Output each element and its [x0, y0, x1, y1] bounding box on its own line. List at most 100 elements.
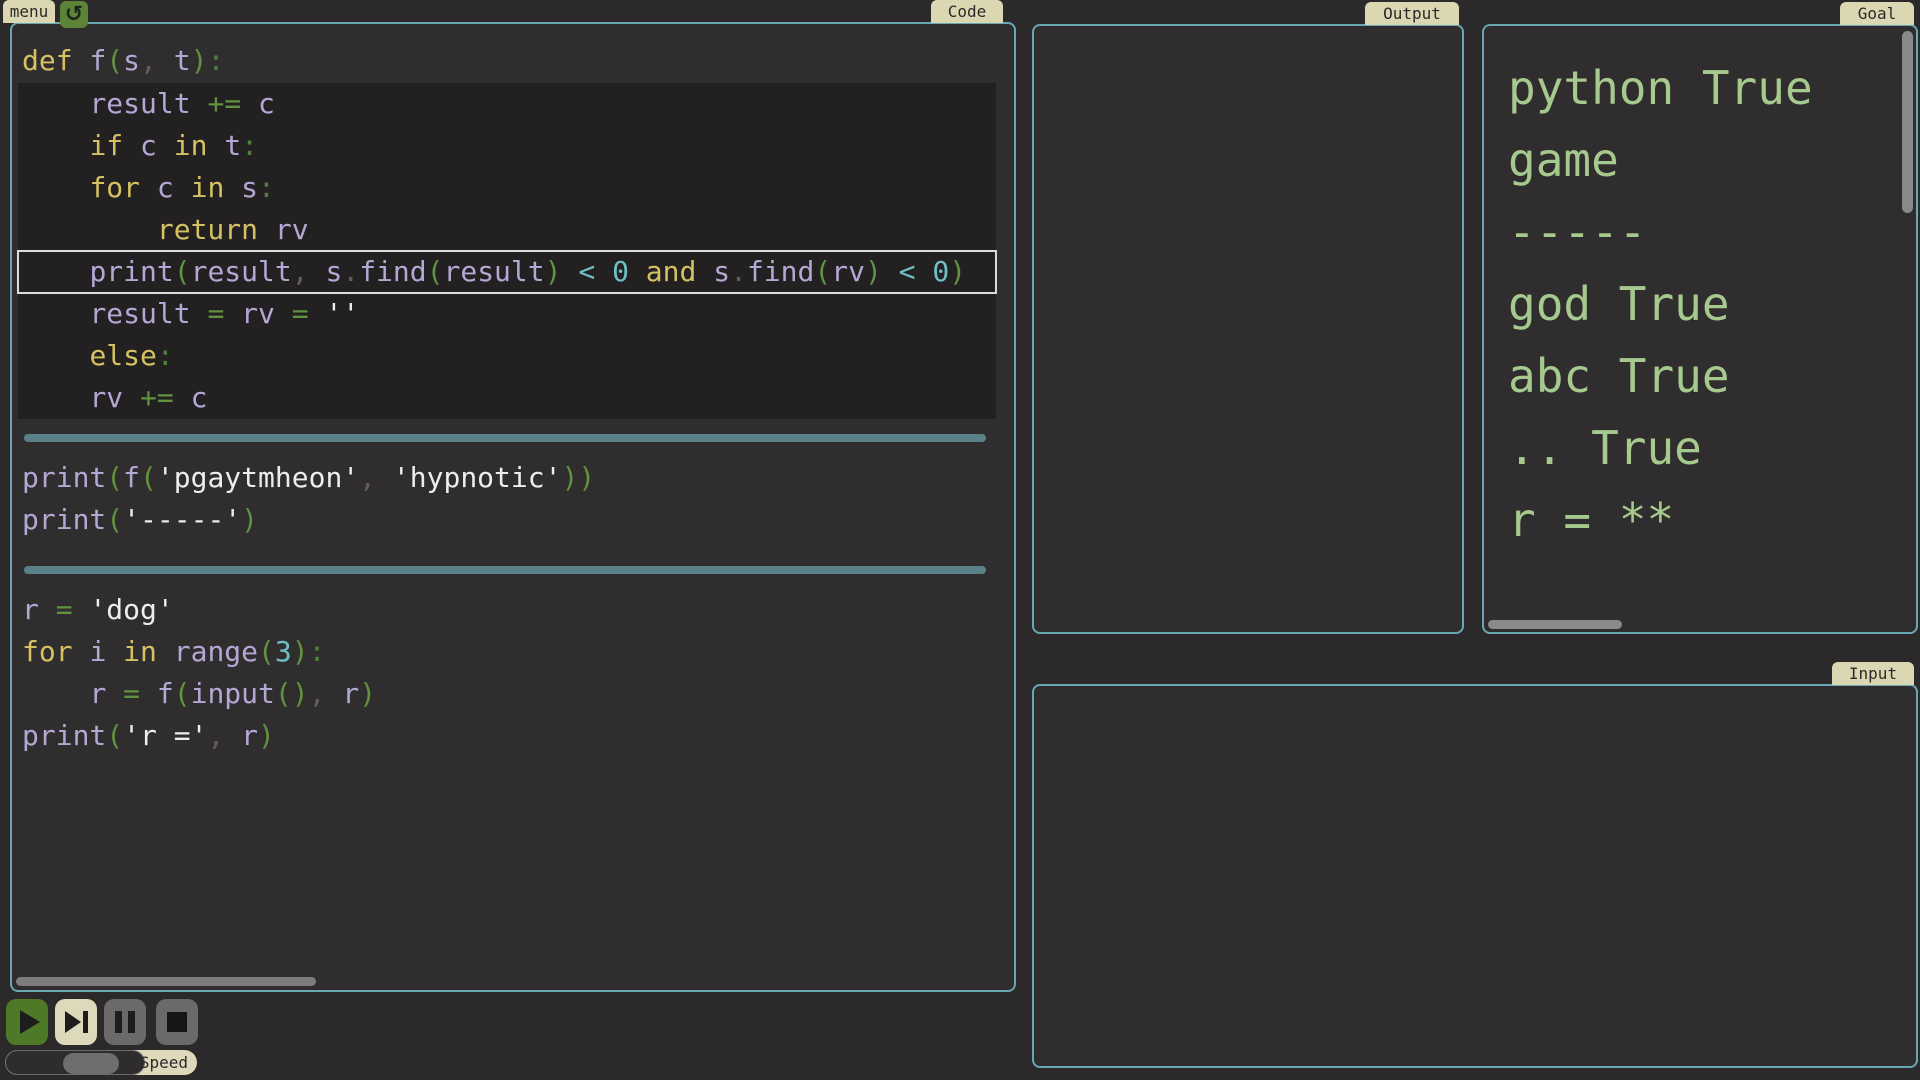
code-line[interactable]: print(result, s.find(result) < 0 and s.f…: [18, 251, 996, 293]
code-token: (: [427, 255, 444, 288]
step-forward-icon: [65, 1011, 88, 1033]
code-token: 'dog': [89, 593, 173, 626]
code-line: print(f('pgaytmheon', 'hypnotic')): [18, 457, 1012, 499]
play-icon: [20, 1010, 40, 1034]
code-token: r: [22, 593, 56, 626]
stop-icon: [167, 1012, 187, 1032]
code-panel: def f(s, t): result += c if c in t: for …: [10, 22, 1016, 992]
code-token: < 0: [882, 255, 949, 288]
code-token: (: [106, 503, 123, 536]
reset-button[interactable]: ↺: [60, 1, 88, 28]
tab-input: Input: [1832, 662, 1914, 685]
code-token: 'pgaytmheon': [157, 461, 359, 494]
code-token: t: [174, 44, 191, 77]
code-token: s: [325, 255, 342, 288]
goal-line: -----: [1508, 196, 1813, 268]
code-token: < 0: [562, 255, 646, 288]
tab-code: Code: [931, 0, 1003, 23]
code-token: ,: [140, 44, 174, 77]
code-token: ): [359, 677, 376, 710]
code-token: 'r =': [123, 719, 207, 752]
goal-line: python True: [1508, 52, 1813, 124]
code-line[interactable]: result = rv = '': [18, 293, 996, 335]
code-token: result: [89, 297, 207, 330]
input-panel[interactable]: [1032, 684, 1918, 1068]
code-token: c: [157, 171, 191, 204]
code-token: [22, 213, 157, 246]
draggable-code-block[interactable]: result += c if c in t: for c in s: retur…: [18, 83, 996, 419]
code-token: ): [292, 635, 309, 668]
code-token: r: [89, 677, 123, 710]
pause-icon: [115, 1011, 135, 1033]
code-token: input: [191, 677, 275, 710]
spacer: [18, 541, 1012, 551]
stop-button[interactable]: [156, 999, 198, 1045]
code-horizontal-scrollbar[interactable]: [16, 977, 316, 986]
code-token: (: [174, 255, 191, 288]
code-token: else: [89, 339, 156, 372]
code-token: s: [241, 171, 258, 204]
code-token: ): [191, 44, 208, 77]
step-button[interactable]: [55, 999, 97, 1045]
code-token: f: [157, 677, 174, 710]
code-token: result: [89, 87, 207, 120]
speed-label: Speed: [140, 1050, 188, 1075]
code-line[interactable]: result += c: [18, 83, 996, 125]
output-panel: [1032, 24, 1464, 634]
code-token: [22, 297, 89, 330]
code-token: :: [309, 635, 326, 668]
code-line[interactable]: if c in t:: [18, 125, 996, 167]
code-token: for: [22, 635, 89, 668]
speed-slider[interactable]: Speed: [5, 1050, 197, 1075]
code-token: result: [443, 255, 544, 288]
tab-goal: Goal: [1840, 2, 1914, 25]
code-token: [22, 129, 89, 162]
tab-output: Output: [1365, 2, 1459, 25]
code-token: s: [713, 255, 730, 288]
goal-panel: python Truegame-----god Trueabc True.. T…: [1482, 24, 1918, 634]
code-token: rv: [275, 213, 309, 246]
code-line: print('-----'): [18, 499, 1012, 541]
speed-slider-thumb[interactable]: [63, 1053, 119, 1074]
code-token: )): [561, 461, 595, 494]
code-token: if: [89, 129, 140, 162]
code-token: result: [191, 255, 292, 288]
code-token: rv: [831, 255, 865, 288]
code-token: and: [646, 255, 713, 288]
code-token: in: [123, 635, 174, 668]
code-token: return: [157, 213, 275, 246]
code-token: [22, 339, 89, 372]
code-token: r: [342, 677, 359, 710]
code-token: (: [258, 635, 275, 668]
code-line[interactable]: else:: [18, 335, 996, 377]
goal-vertical-scrollbar[interactable]: [1902, 31, 1913, 213]
code-line[interactable]: return rv: [18, 209, 996, 251]
goal-horizontal-scrollbar[interactable]: [1488, 620, 1622, 629]
code-token: f: [123, 461, 140, 494]
code-line[interactable]: rv += c: [18, 377, 996, 419]
code-token: '-----': [123, 503, 241, 536]
code-token: [22, 677, 89, 710]
code-token: (: [814, 255, 831, 288]
code-token: in: [191, 171, 242, 204]
speed-slider-track[interactable]: [5, 1050, 145, 1075]
play-button[interactable]: [6, 999, 48, 1045]
code-token: .: [730, 255, 747, 288]
code-token: s: [123, 44, 140, 77]
pause-button[interactable]: [104, 999, 146, 1045]
code-token: find: [747, 255, 814, 288]
code-token: ,: [359, 461, 393, 494]
section-divider: [24, 434, 986, 442]
code-token: range: [174, 635, 258, 668]
menu-button[interactable]: menu: [3, 0, 55, 23]
code-token: ,: [292, 255, 326, 288]
code-token: print: [89, 255, 173, 288]
goal-line: game: [1508, 124, 1813, 196]
code-token: def: [22, 44, 89, 77]
code-token: i: [89, 635, 123, 668]
code-line[interactable]: for c in s:: [18, 167, 996, 209]
code-token: :: [157, 339, 174, 372]
goal-line: god True: [1508, 268, 1813, 340]
code-token: rv: [241, 297, 292, 330]
code-token: [22, 87, 89, 120]
